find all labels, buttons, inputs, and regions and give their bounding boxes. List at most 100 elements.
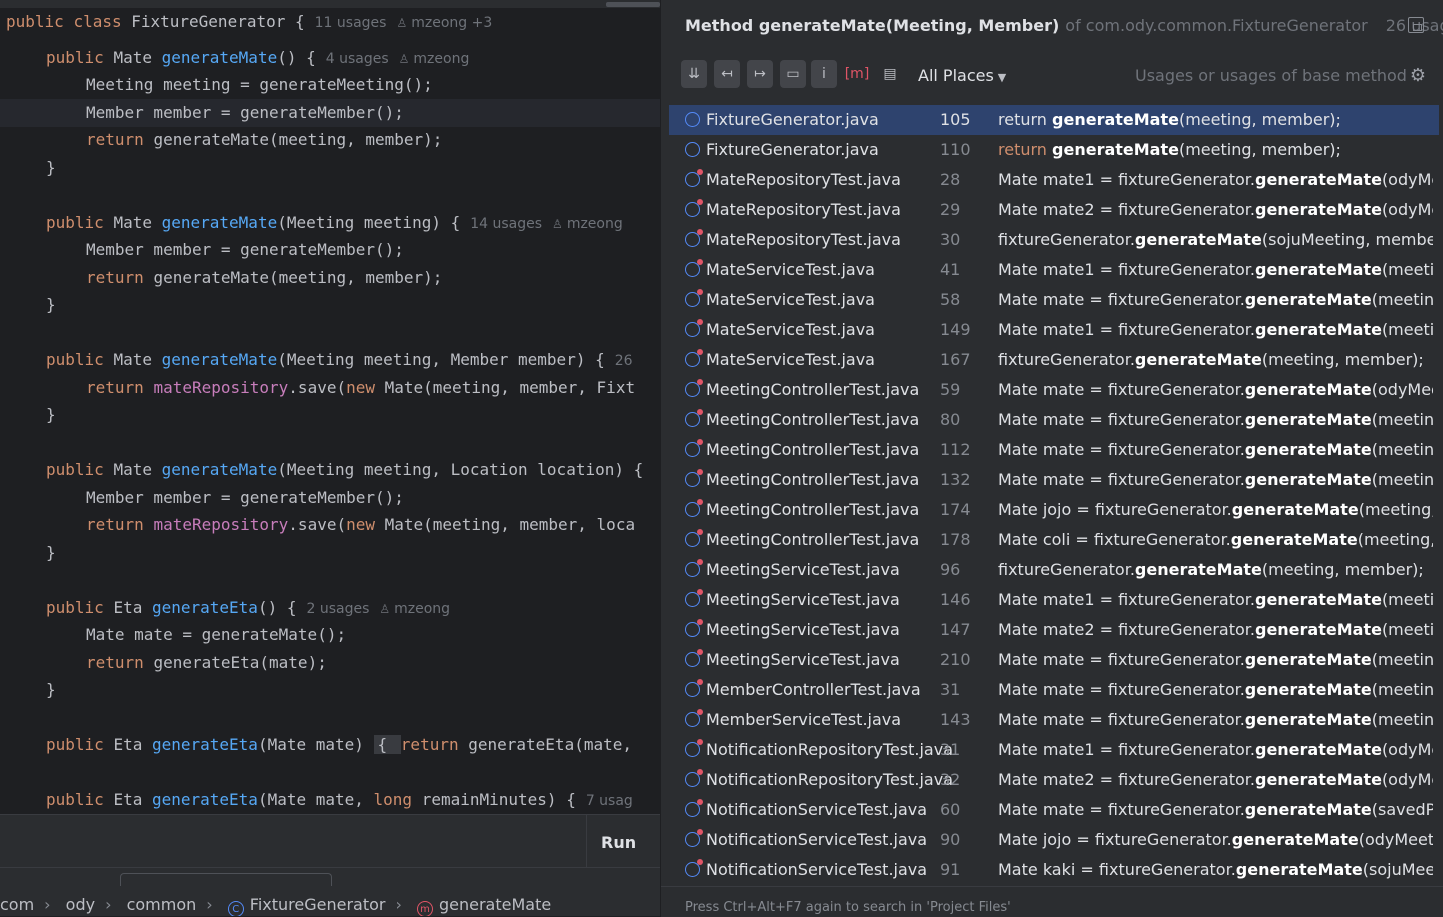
usage-row[interactable]: MateServiceTest.java 58 Mate mate = fixtur… [669,285,1439,315]
code-line[interactable]: } [0,676,660,704]
usage-row[interactable]: NotificationRepositoryTest.java 31 Mate ma… [669,735,1439,765]
usage-row[interactable]: MateRepositoryTest.java 30 fixtureGenerato… [669,225,1439,255]
code-line[interactable]: Mate mate = generateMate(); [0,621,660,649]
usages-hint[interactable]: 14 usages [470,216,542,232]
editor-scrollbar-thumb[interactable] [606,2,660,7]
code-line[interactable]: Member member = generateMember(); [0,99,660,127]
usage-row[interactable]: MeetingServiceTest.java 210 Mate mate = fi… [669,645,1439,675]
usages-hint[interactable]: 2 usages [306,601,369,617]
code-token: public [6,12,74,31]
usage-row[interactable]: MateRepositoryTest.java 28 Mate mate1 = fi… [669,165,1439,195]
breadcrumb-class[interactable]: FixtureGenerator [250,895,386,914]
usage-row[interactable]: FixtureGenerator.java 110 return generateM… [669,135,1439,165]
code-line[interactable]: return generateMate(meeting, member); [0,126,660,154]
usage-line-number: 32 [940,770,961,789]
code-token: (Meeting meeting, Location location) { [277,460,644,479]
usage-row[interactable]: MemberServiceTest.java 143 Mate mate = fix… [669,705,1439,735]
code-token: } [46,405,56,424]
write-access-icon[interactable]: ↦ [747,60,773,88]
scope-dropdown[interactable]: All Places ▼ [918,66,1006,85]
author-hint[interactable]: ♙ mzeong [399,51,470,67]
breadcrumb-ody[interactable]: ody [66,895,95,914]
method-filter-icon[interactable]: [m] [844,60,870,88]
usage-row[interactable]: MateServiceTest.java 167 fixtureGenerator.… [669,345,1439,375]
usage-code: Mate mate = fixtureGenerator.generateMat… [998,675,1433,705]
code-line[interactable]: public class FixtureGenerator {11 usages… [0,8,660,36]
usage-row[interactable]: MeetingControllerTest.java 80 Mate mate = … [669,405,1439,435]
code-line[interactable]: Meeting meeting = generateMeeting(); [0,71,660,99]
usage-file: NotificationServiceTest.java [706,860,928,879]
code-line[interactable]: } [0,539,660,567]
merge-lines-icon[interactable]: ⇊ [681,60,707,88]
usage-row[interactable]: MateServiceTest.java 41 Mate mate1 = fixtu… [669,255,1439,285]
usage-row[interactable]: MeetingServiceTest.java 96 fixtureGenerato… [669,555,1439,585]
test-class-icon [685,319,703,337]
usage-row[interactable]: MeetingControllerTest.java 178 Mate coli =… [669,525,1439,555]
usages-hint[interactable]: 4 usages [326,51,389,67]
tab-run[interactable]: Run [601,833,636,852]
gear-icon[interactable]: ⚙ [1410,65,1426,86]
test-class-icon [685,499,703,517]
code-line[interactable]: return mateRepository.save(new Mate(meet… [0,374,660,402]
chevron-down-icon: ▼ [997,71,1007,84]
usage-row[interactable]: MeetingControllerTest.java 174 Mate jojo =… [669,495,1439,525]
code-line[interactable]: public Mate generateMate(Meeting meeting… [0,456,660,484]
author-hint[interactable]: ♙ mzeong +3 [396,15,492,31]
code-line[interactable]: Member member = generateMember(); [0,484,660,512]
usage-row[interactable]: MeetingServiceTest.java 146 Mate mate1 = f… [669,585,1439,615]
folded-region[interactable]: { [373,735,401,754]
code-line[interactable]: } [0,401,660,429]
code-editor[interactable]: public class FixtureGenerator {11 usages… [0,0,660,814]
preview-icon[interactable]: ▤ [877,60,903,88]
open-in-window-icon[interactable] [1408,17,1424,33]
code-line[interactable]: Member member = generateMember(); [0,236,660,264]
usage-row[interactable]: NotificationServiceTest.java 60 Mate mate … [669,795,1439,825]
usage-row[interactable]: MateRepositoryTest.java 29 Mate mate2 = fi… [669,195,1439,225]
usage-row[interactable]: MeetingControllerTest.java 59 Mate mate = … [669,375,1439,405]
author-hint[interactable]: ♙ mzeong [552,216,623,232]
usage-file: MeetingServiceTest.java [706,620,900,639]
breadcrumb-method[interactable]: generateMate [439,895,551,914]
usage-row[interactable]: MeetingServiceTest.java 147 Mate mate2 = f… [669,615,1439,645]
usage-code-suffix: (meeting, member); [1178,140,1341,159]
code-line[interactable]: public Eta generateEta() {2 usages ♙ mzeon… [0,594,660,622]
read-access-icon[interactable]: ↤ [714,60,740,88]
breadcrumb-common[interactable]: common [127,895,197,914]
usage-row[interactable]: MemberControllerTest.java 31 Mate mate = f… [669,675,1439,705]
exclude-folder-icon[interactable]: ▭ [780,60,806,88]
usage-method-match: generateMate [1244,290,1372,309]
usage-row[interactable]: NotificationRepositoryTest.java 32 Mate ma… [669,765,1439,795]
usage-row[interactable]: FixtureGenerator.java 105 return generateM… [669,105,1439,135]
code-line[interactable]: return mateRepository.save(new Mate(meet… [0,511,660,539]
usage-row[interactable]: NotificationServiceTest.java 90 Mate jojo … [669,825,1439,855]
usage-row[interactable]: MateServiceTest.java 149 Mate mate1 = fixt… [669,315,1439,345]
usage-row[interactable]: MeetingControllerTest.java 132 Mate mate =… [669,465,1439,495]
usage-row[interactable]: NotificationServiceTest.java 91 Mate kaki … [669,855,1439,885]
usage-line-number: 112 [940,440,971,459]
code-line[interactable]: public Mate generateMate() {4 usages ♙ mze… [0,44,660,72]
author-hint[interactable]: ♙ mzeong [379,601,450,617]
usages-hint[interactable]: 7 usag [586,793,633,809]
code-line[interactable]: } [0,154,660,182]
author-name: mzeong +3 [411,15,493,31]
popup-title-of: of com.ody.common.FixtureGenerator [1065,16,1368,35]
code-line[interactable]: public Eta generateEta(Mate mate) { retu… [0,731,660,759]
code-line[interactable]: public Mate generateMate(Meeting meeting… [0,346,660,374]
usage-code-suffix: (savedPastMe [1371,800,1433,819]
usage-code: fixtureGenerator.generateMate(sojuMeetin… [998,225,1433,255]
usage-method-match: generateMate [1231,500,1359,519]
test-class-icon [685,799,703,817]
code-line[interactable]: return generateMate(meeting, member); [0,264,660,292]
usage-row[interactable]: MeetingControllerTest.java 112 Mate mate =… [669,435,1439,465]
code-line[interactable]: return generateEta(mate); [0,649,660,677]
imports-icon[interactable]: i [811,60,837,88]
usages-hint[interactable]: 11 usages [315,15,387,31]
usages-list[interactable]: FixtureGenerator.java 105 return generateM… [669,104,1439,886]
code-line[interactable]: } [0,291,660,319]
usage-method-match: generateMate [1254,590,1382,609]
code-line[interactable]: public Mate generateMate(Meeting meeting… [0,209,660,237]
code-token: () { [257,598,297,617]
code-line[interactable]: public Eta generateEta(Mate mate, long r… [0,786,660,814]
breadcrumb-com[interactable]: com [0,895,34,914]
usages-hint[interactable]: 26 [615,353,633,369]
